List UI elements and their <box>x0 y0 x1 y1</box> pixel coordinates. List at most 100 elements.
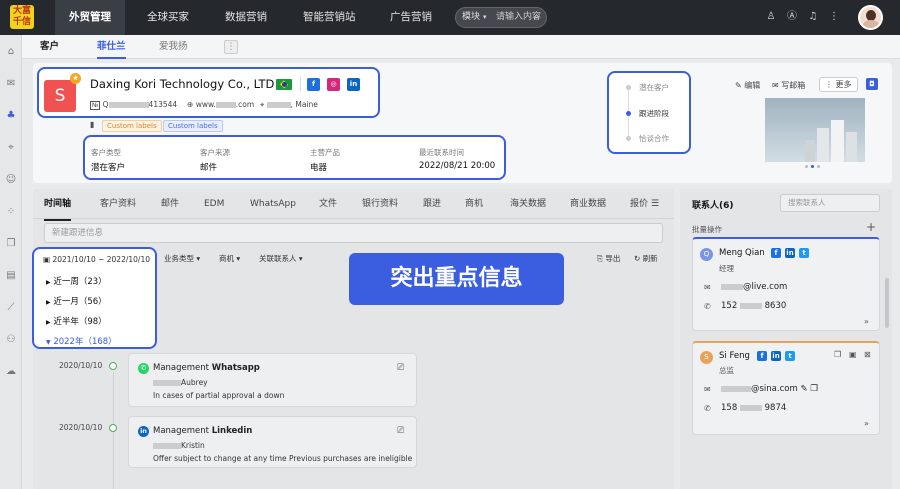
new-follow-input[interactable]: 新建跟进信息 <box>44 223 663 243</box>
period-week[interactable]: ▶ 近一周（23） <box>46 275 107 287</box>
more-tabs-icon[interactable]: ⋮ <box>224 40 238 54</box>
facebook-icon[interactable]: f <box>307 78 320 91</box>
carousel-dot[interactable] <box>805 165 808 168</box>
timeline-entry[interactable]: in Management Linkedin Kristin Offer sub… <box>128 416 417 468</box>
filter-settings-icon[interactable]: ☰ <box>651 189 659 219</box>
period-month[interactable]: ▶ 近一月（56） <box>46 295 107 307</box>
user-avatar[interactable] <box>858 5 883 30</box>
filter-business-type[interactable]: 业务类型 ▾ <box>164 253 200 264</box>
team-icon[interactable]: ⚇ <box>4 333 18 347</box>
period-year[interactable]: ▼ 2022年（168） <box>46 335 117 347</box>
card-icon[interactable]: ▣ <box>849 350 857 359</box>
bell-icon[interactable]: ♫ <box>807 11 819 23</box>
tab-opportunity[interactable]: 商机 <box>465 189 483 219</box>
contact-email[interactable]: @live.com <box>721 282 787 292</box>
export-button[interactable]: ⎘ 导出 <box>597 253 620 264</box>
tab-timeline[interactable]: 时间轴 <box>44 189 72 221</box>
twitter-icon[interactable]: t <box>785 351 795 362</box>
contact-name: Si Feng <box>719 351 750 361</box>
company-website[interactable]: ⊕ www. .com <box>187 100 254 109</box>
tab-follow-up[interactable]: 跟进 <box>423 189 441 219</box>
write-email-button[interactable]: ✉ 写邮箱 <box>772 80 805 91</box>
facebook-icon[interactable]: f <box>771 248 781 259</box>
tab-bank[interactable]: 银行资料 <box>362 189 398 219</box>
location-icon[interactable]: ⌖ <box>4 141 18 155</box>
nav-global-buyers[interactable]: 全球买家 <box>147 0 189 35</box>
modules-icon[interactable]: ⁘ <box>4 205 18 219</box>
contact-email[interactable]: @sina.com ✎ ❐ <box>721 384 818 394</box>
refresh-button[interactable]: ↻ 刷新 <box>634 253 658 264</box>
period-half-year[interactable]: ▶ 近半年（98） <box>46 315 107 327</box>
brand-logo[interactable]: 大富 千信 <box>10 5 34 29</box>
more-button[interactable]: ⋮ 更多 <box>819 77 858 92</box>
bookmark-icon[interactable]: ▮ <box>90 120 94 129</box>
copy-icon[interactable]: ❐ <box>810 384 818 394</box>
tab-customer-info[interactable]: 客户资料 <box>100 189 136 219</box>
stage-follow-up[interactable]: 跟进阶段 <box>639 108 669 119</box>
star-icon[interactable]: ★ <box>70 73 81 84</box>
expand-icon[interactable]: » <box>864 317 869 326</box>
filter-contact[interactable]: 关联联系人 ▾ <box>259 253 303 264</box>
account-icon[interactable]: Ⓐ <box>786 11 798 23</box>
stage-potential[interactable]: 潜在客户 <box>639 82 669 93</box>
linkedin-icon[interactable]: in <box>771 351 781 362</box>
caret-right-icon: ▶ <box>46 299 51 306</box>
customers-icon[interactable]: ♣ <box>4 109 18 123</box>
batch-operations[interactable]: 批量操作 <box>692 224 722 235</box>
filter-opportunity[interactable]: 商机 ▾ <box>219 253 240 264</box>
global-search[interactable]: 模块 ▾ 请输入内容 ⌕ <box>455 7 547 28</box>
pencil-icon[interactable]: ✎ <box>800 384 807 394</box>
linkedin-icon[interactable]: in <box>347 78 360 91</box>
robot-icon[interactable]: ◘ <box>866 78 878 90</box>
expand-icon[interactable]: » <box>864 419 869 428</box>
twitter-icon[interactable]: t <box>799 248 809 259</box>
contact-card[interactable]: S Si Feng f in t ❐ ▣ ⊠ 总监 ✉ @sina.com ✎ … <box>692 341 880 435</box>
nav-foreign-trade[interactable]: 外贸管理 <box>55 0 125 35</box>
tab-customs[interactable]: 海关数据 <box>510 189 546 219</box>
contact-search-input[interactable]: 搜索联系人 <box>780 194 880 212</box>
nav-data-marketing[interactable]: 数据营销 <box>225 0 267 35</box>
shirt-icon[interactable]: ♙ <box>765 11 777 23</box>
contacts-icon[interactable]: ☺ <box>4 173 18 187</box>
tab-edm[interactable]: EDM <box>204 189 224 219</box>
note-icon[interactable]: ⎚ <box>397 363 404 373</box>
facebook-icon[interactable]: f <box>757 351 767 362</box>
trash-icon[interactable]: ⊠ <box>864 350 871 359</box>
tab-customers[interactable]: 客户 <box>40 35 59 59</box>
report-icon[interactable]: ▤ <box>4 269 18 283</box>
edit-button[interactable]: ✎ 编辑 <box>735 80 760 91</box>
tab-quote[interactable]: 报价 <box>630 189 648 219</box>
docs-icon[interactable]: ❐ <box>4 237 18 251</box>
tab-whatsapp[interactable]: WhatsApp <box>250 189 296 219</box>
scrollbar[interactable] <box>885 278 889 328</box>
tab-mail[interactable]: 邮件 <box>161 189 179 219</box>
linkedin-icon[interactable]: in <box>785 248 795 259</box>
home-icon[interactable]: ⌂ <box>4 45 18 59</box>
apps-icon[interactable]: ⋮ <box>828 11 840 23</box>
chart-icon[interactable]: ⟋ <box>4 301 18 315</box>
search-icon[interactable]: ⌕ <box>534 8 539 27</box>
timeline-entry[interactable]: ✆ Management Whatsapp Aubrey In cases of… <box>128 353 417 407</box>
contact-card[interactable]: Q Meng Qian f in t 经理 ✉ @live.com ✆ 152 … <box>692 237 880 331</box>
cloud-icon[interactable]: ☁ <box>4 365 18 379</box>
tag-custom-label[interactable]: Custom labels <box>163 120 223 132</box>
carousel-dot[interactable] <box>811 165 814 168</box>
tab-files[interactable]: 文件 <box>319 189 337 219</box>
tab-frieslandcampina[interactable]: 菲仕兰 <box>97 35 126 59</box>
tab-aiwoyang[interactable]: 爱我扬 <box>159 35 188 59</box>
date-range-picker[interactable]: ▣ 2021/10/10 ~ 2022/10/10 <box>43 255 150 264</box>
contact-phone[interactable]: 152 8630 <box>721 301 786 311</box>
add-contact-icon[interactable]: + <box>866 220 876 234</box>
copy-icon[interactable]: ❐ <box>834 350 841 359</box>
nav-ad-marketing[interactable]: 广告营销 <box>390 0 432 35</box>
instagram-icon[interactable]: ◎ <box>327 78 340 91</box>
stage-negotiation[interactable]: 恰谈合作 <box>639 133 669 144</box>
info-highlight: 客户类型 客户来源 主营产品 最近联系时间 潜在客户 邮件 电器 2022/08… <box>83 135 506 180</box>
note-icon[interactable]: ⎚ <box>397 426 404 436</box>
carousel-dot[interactable] <box>817 165 820 168</box>
tag-custom-label[interactable]: Custom labels <box>102 120 162 132</box>
nav-smart-station[interactable]: 智能营销站 <box>303 0 356 35</box>
contact-phone[interactable]: 158 9874 <box>721 403 786 413</box>
mail-icon[interactable]: ✉ <box>4 77 18 91</box>
tab-business[interactable]: 商业数据 <box>570 189 606 219</box>
